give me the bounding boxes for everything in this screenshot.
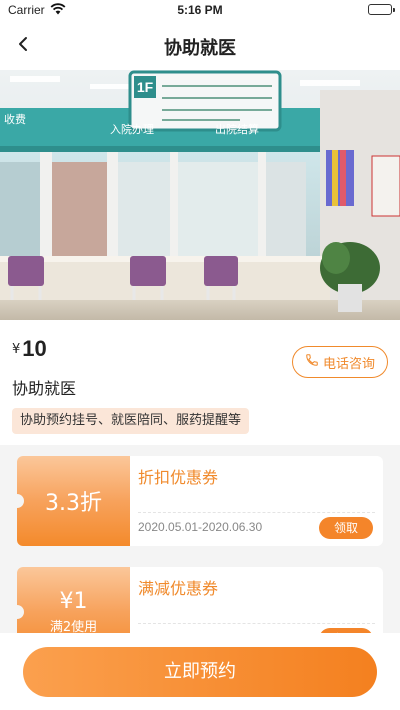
service-name: 协助就医 — [12, 379, 77, 398]
floor-sign-text: 1F — [137, 79, 154, 95]
desk-sign-cashier: 收费 — [4, 112, 26, 126]
currency-symbol: ¥ — [12, 342, 21, 357]
hero-image-hospital-lobby: 1F 入院办理 出院结算 收费 — [0, 70, 400, 320]
coupon-card-discount: 3.3折 折扣优惠券 2020.05.01-2020.06.30 领取 — [17, 456, 383, 546]
service-info-card: ¥10 协助就医 电话咨询 协助预约挂号、就医陪同、服药提醒等 — [0, 320, 400, 445]
phone-consult-button[interactable]: 电话咨询 — [292, 346, 388, 378]
coupon-detail-panel: 折扣优惠券 2020.05.01-2020.06.30 领取 — [130, 456, 383, 546]
clock: 5:16 PM — [177, 3, 223, 17]
page-title: 协助就医 — [164, 38, 236, 59]
claim-coupon-button[interactable]: 领取 — [319, 517, 373, 539]
coupon-divider — [138, 623, 375, 624]
price: ¥10 — [12, 336, 47, 362]
book-now-button[interactable]: 立即预约 — [23, 647, 377, 697]
phone-consult-label: 电话咨询 — [322, 356, 375, 372]
service-description-tag: 协助预约挂号、就医陪同、服药提醒等 — [12, 408, 250, 434]
desk-sign-discharge: 出院结算 — [215, 122, 259, 136]
coupon-value-panel: 3.3折 — [17, 456, 130, 546]
desk-sign-admission: 入院办理 — [110, 122, 154, 136]
coupon-divider — [138, 512, 375, 513]
nav-bar: 协助就医 — [0, 20, 400, 70]
price-amount: 10 — [22, 336, 47, 361]
phone-icon — [305, 353, 319, 371]
coupon-value: ¥1 — [59, 589, 88, 614]
bottom-action-bar: 立即预约 — [0, 633, 400, 710]
coupon-title: 折扣优惠券 — [138, 468, 219, 487]
coupon-value: 3.3折 — [45, 491, 102, 516]
status-bar: Carrier 5:16 PM — [0, 0, 400, 20]
coupon-validity: 2020.05.01-2020.06.30 — [138, 520, 263, 534]
battery-icon — [368, 4, 395, 15]
coupon-title: 满减优惠券 — [138, 579, 219, 598]
